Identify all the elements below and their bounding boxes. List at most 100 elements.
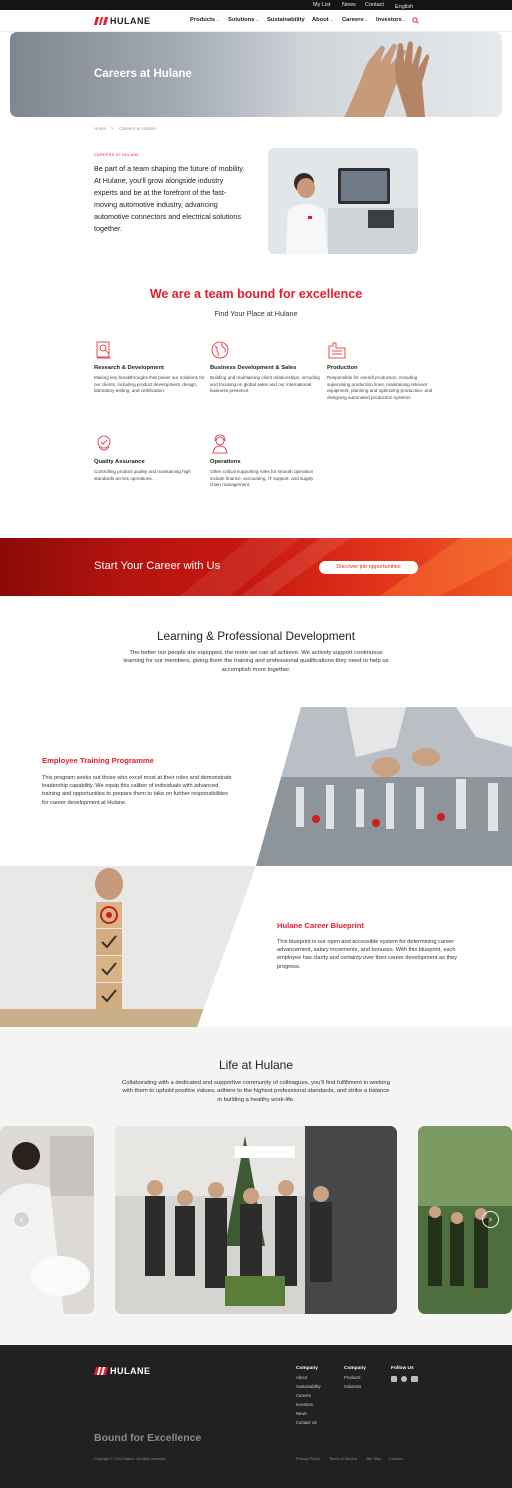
footer-heading: Follow Us: [391, 1366, 414, 1371]
chevron-down-icon: ⌄: [402, 17, 407, 22]
discover-jobs-button[interactable]: Discover job opportunities: [319, 561, 418, 574]
learning-section-text: The better our people are equipped, the …: [123, 650, 389, 673]
footer-link-sustainability[interactable]: Sustainability: [296, 1384, 321, 1389]
role-card-qa: Quality Assurance Controlling product qu…: [94, 434, 206, 482]
breadcrumb: Home > Careers at Hulane: [94, 126, 156, 131]
footer-terms-link[interactable]: Terms of Service: [329, 1457, 357, 1461]
contact-link[interactable]: Contact: [365, 2, 384, 8]
footer-logo[interactable]: HULANE: [93, 1366, 151, 1376]
footer-link-contact[interactable]: Contact Us: [296, 1420, 321, 1425]
role-title: Quality Assurance: [94, 459, 145, 465]
blueprint-text: This blueprint is our open and accessibl…: [277, 939, 458, 970]
role-description: Making key breakthroughs that power our …: [94, 375, 205, 394]
tooling-workshop-image: [256, 707, 512, 866]
globe-icon: [211, 341, 229, 359]
role-description: Building and maintaining client relation…: [210, 375, 320, 394]
footer-cookies-link[interactable]: Cookies: [389, 1457, 403, 1461]
role-title: Research & Development: [94, 365, 164, 371]
footer-follow-column: Follow Us: [391, 1366, 414, 1371]
hulane-logo-icon: [93, 17, 109, 25]
youtube-icon[interactable]: [411, 1376, 418, 1382]
cta-title: Start Your Career with Us: [94, 560, 221, 572]
chevron-down-icon: ⌄: [216, 17, 220, 22]
hulane-logo-icon: [93, 1367, 109, 1375]
footer-heading: Company: [344, 1366, 366, 1371]
footer-link-investors[interactable]: Investors: [296, 1402, 321, 1407]
chevron-left-icon: ‹: [20, 1214, 23, 1224]
footer-heading: Company: [296, 1366, 318, 1371]
hero-banner: Careers at Hulane: [10, 32, 502, 117]
footer-link-solutions[interactable]: Solutions: [344, 1384, 366, 1389]
wechat-icon[interactable]: [401, 1376, 407, 1382]
intro-eyebrow: CAREERS AT HULANE: [94, 153, 140, 157]
search-icon[interactable]: [412, 17, 419, 24]
life-section-text: Collaborating with a dedicated and suppo…: [122, 1080, 390, 1103]
engineer-at-machine-image: [268, 148, 418, 254]
chevron-down-icon: ⌄: [255, 17, 259, 22]
footer-company-column: Company About Sustainability Careers Inv…: [296, 1366, 321, 1425]
role-title: Operations: [210, 459, 241, 465]
my-list-link[interactable]: My List: [313, 2, 330, 8]
nav-label: Products: [190, 17, 216, 23]
nav-solutions[interactable]: Solutions⌄: [228, 17, 259, 23]
hero-title: Careers at Hulane: [94, 68, 192, 80]
team-group-photo: [115, 1126, 397, 1314]
footer-link-products[interactable]: Products: [344, 1375, 366, 1380]
site-footer: [0, 1345, 512, 1488]
blocks-target-image: [0, 866, 256, 1027]
footer-link-news[interactable]: News: [296, 1411, 321, 1416]
quality-badge-icon: [97, 435, 111, 451]
footer-tagline: Bound for Excellence: [94, 1432, 202, 1444]
role-title: Production: [327, 365, 358, 371]
carousel-slide-active[interactable]: [115, 1126, 397, 1314]
chevron-right-icon: ›: [489, 1214, 492, 1224]
footer-link-about[interactable]: About: [296, 1375, 321, 1380]
footer-sitemap-link[interactable]: Site Map: [366, 1457, 381, 1461]
nav-investors[interactable]: Investors⌄: [376, 17, 406, 23]
career-cta-banner: Start Your Career with Us: [0, 538, 512, 596]
chevron-down-icon: ⌄: [329, 17, 334, 22]
carousel-next-button[interactable]: ›: [482, 1211, 499, 1228]
breadcrumb-home[interactable]: Home: [94, 126, 106, 131]
nav-label: Sustainability: [267, 17, 305, 23]
news-link[interactable]: News: [342, 2, 356, 8]
team-section-subtitle: Find Your Place at Hulane: [214, 309, 298, 318]
role-card-production: Production Responsible for overall produ…: [327, 340, 439, 401]
rd-document-icon: [96, 341, 111, 359]
team-section-title: We are a team bound for excellence: [149, 287, 363, 301]
breadcrumb-current: Careers at Hulane: [119, 126, 156, 131]
training-title: Employee Training Programme: [42, 756, 154, 765]
main-header: HULANE Products⌄ Solutions⌄ Sustainabili…: [0, 10, 512, 32]
nav-label: Investors: [376, 17, 402, 23]
top-utility-bar: My List News Contact English ⌄: [0, 0, 512, 10]
high-five-hands-image: [344, 41, 429, 117]
learning-section-title: Learning & Professional Development: [156, 629, 356, 643]
nav-about[interactable]: About⌄: [312, 17, 333, 23]
intro-text: Be part of a team shaping the future of …: [94, 164, 245, 233]
role-card-operations: Operations Other critical supporting rol…: [210, 434, 322, 489]
role-card-bd-sales: Business Development & Sales Building an…: [210, 340, 322, 395]
nav-careers[interactable]: Careers⌄: [342, 17, 368, 23]
operator-headset-icon: [212, 434, 228, 454]
cta-background-graphic: [180, 538, 512, 596]
footer-copyright: Copyright © 2024 Hulane. All rights rese…: [94, 1457, 166, 1461]
role-card-rd: Research & Development Making key breakt…: [94, 340, 206, 395]
linkedin-icon[interactable]: [391, 1376, 397, 1382]
footer-privacy-link[interactable]: Privacy Policy: [296, 1457, 320, 1461]
nav-label: About: [312, 17, 329, 23]
logo-text: HULANE: [110, 16, 151, 26]
footer-link-careers[interactable]: Careers: [296, 1393, 321, 1398]
nav-sustainability[interactable]: Sustainability: [267, 17, 305, 23]
footer-logo-text: HULANE: [110, 1366, 151, 1376]
nav-label: Careers: [342, 17, 364, 23]
nav-products[interactable]: Products⌄: [190, 17, 219, 23]
role-title: Business Development & Sales: [210, 365, 297, 371]
life-section-title: Life at Hulane: [218, 1058, 294, 1072]
training-text: This program seeks out those who excel m…: [42, 775, 232, 806]
footer-products-column: Company Products Solutions: [344, 1366, 366, 1389]
brand-logo[interactable]: HULANE: [93, 16, 151, 26]
carousel-prev-button[interactable]: ‹: [13, 1211, 30, 1228]
role-description: Responsible for overall production, incl…: [327, 375, 433, 400]
factory-icon: [328, 342, 346, 359]
nav-label: Solutions: [228, 17, 255, 23]
